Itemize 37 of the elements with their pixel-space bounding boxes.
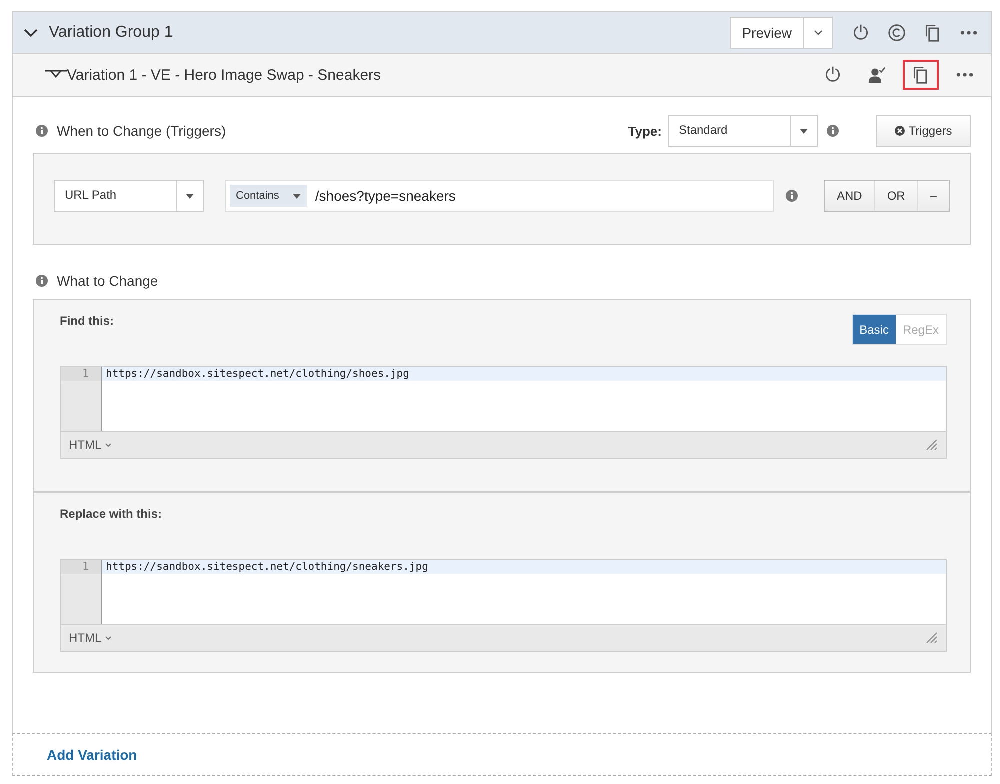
connector-button[interactable]: –: [917, 181, 949, 211]
language-dropdown[interactable]: HTML: [69, 438, 112, 452]
variation-title: Variation 1 - VE - Hero Image Swap - Sneakers: [67, 66, 382, 84]
connector-button[interactable]: AND: [824, 181, 874, 211]
editor-label: Replace with this:: [60, 507, 162, 521]
editor-label: Find this:: [60, 314, 114, 328]
group-title: Variation Group 1: [49, 24, 174, 42]
code-editor[interactable]: 1 https://sandbox.sitespect.net/clothing/sneakers.jpg HTML: [60, 559, 947, 652]
section-heading: What to Change: [57, 273, 158, 289]
chevron-icon: [104, 636, 112, 640]
condition-field[interactable]: Contains /shoes?type=sneakers: [225, 180, 774, 212]
toggle-icon[interactable]: [45, 70, 67, 80]
mode-toggle[interactable]: Basic: [852, 315, 896, 344]
section-heading: When to Change (Triggers): [57, 123, 226, 139]
code-editor[interactable]: 1 https://sandbox.sitespect.net/clothing/shoes.jpg HTML: [60, 366, 947, 459]
caret-icon: [186, 194, 194, 198]
type-select[interactable]: Standard: [668, 115, 818, 147]
line-number: 1: [61, 367, 101, 381]
info-icon: [36, 125, 48, 137]
add-variation-link[interactable]: Add Variation: [47, 746, 138, 762]
close-icon: [894, 126, 905, 136]
resize-handle-icon[interactable]: [926, 632, 938, 644]
connector-button[interactable]: OR: [874, 181, 918, 211]
caret-icon: [293, 194, 302, 198]
line-number: 1: [61, 560, 101, 574]
caret-icon: [800, 128, 808, 134]
resize-handle-icon[interactable]: [926, 439, 938, 451]
triggers-button[interactable]: Triggers: [876, 115, 971, 147]
chevron-icon: [104, 442, 112, 448]
info-icon: [786, 190, 798, 202]
info-icon: [827, 125, 839, 137]
info-icon: [36, 275, 48, 287]
field-select[interactable]: URL Path: [54, 180, 204, 212]
chevron-icon: [814, 30, 822, 36]
type-label: Type:: [628, 124, 662, 138]
language-dropdown[interactable]: HTML: [69, 631, 112, 645]
operator-select[interactable]: Contains: [230, 185, 308, 207]
